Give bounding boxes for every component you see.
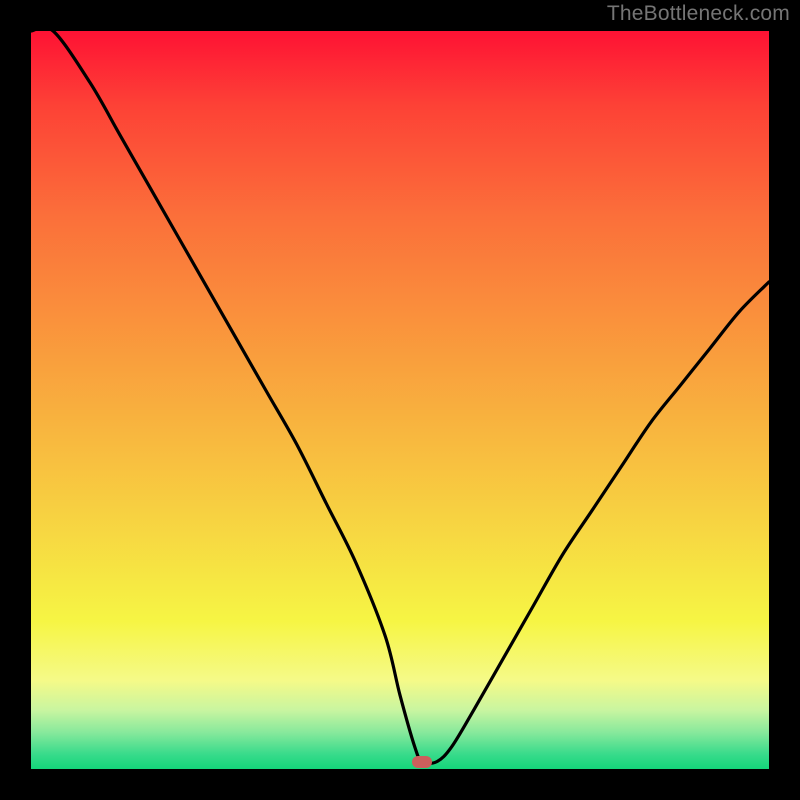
watermark-text: TheBottleneck.com	[607, 2, 790, 26]
minimum-marker	[412, 756, 432, 768]
curve-layer	[31, 31, 769, 769]
bottleneck-curve	[31, 27, 769, 763]
chart-frame: TheBottleneck.com	[0, 0, 800, 800]
plot-area	[31, 31, 769, 769]
